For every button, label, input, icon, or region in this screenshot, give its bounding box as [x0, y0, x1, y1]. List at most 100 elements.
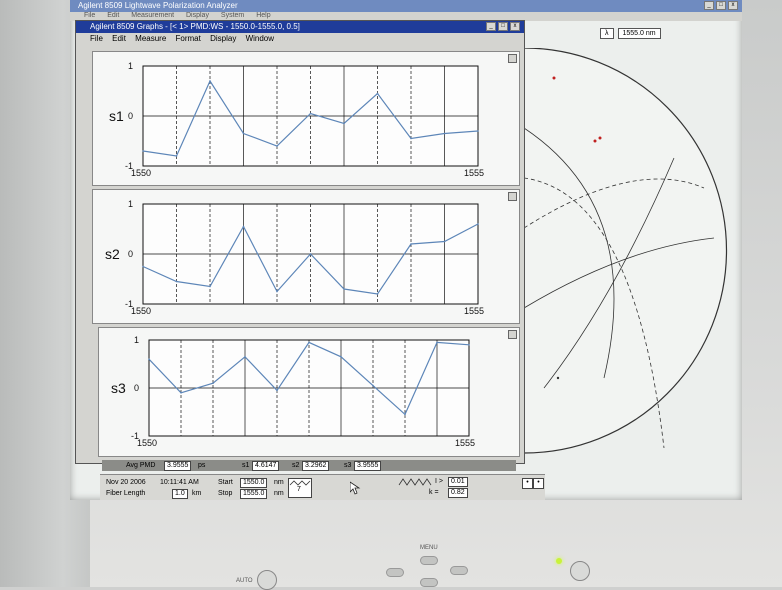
- dot-button-left[interactable]: •: [522, 478, 533, 489]
- k-label: k =: [429, 489, 439, 496]
- s2-data-point: [242, 225, 245, 228]
- s1-scroll-button[interactable]: [508, 54, 517, 63]
- graphs-menu-window[interactable]: Window: [246, 34, 274, 43]
- s1-data-point: [410, 137, 412, 140]
- s2-data-point: [343, 288, 345, 290]
- menu-measurement[interactable]: Measurement: [131, 12, 174, 19]
- close-button[interactable]: x: [728, 1, 738, 10]
- y-tick-label: 1: [128, 61, 133, 71]
- s1-chart: s110-11550 1555: [109, 61, 484, 178]
- x-tick-label-start: 1550: [137, 438, 157, 448]
- s1-data-point: [175, 155, 178, 157]
- s2-data-point: [376, 293, 379, 295]
- avg-pmd-value: 3.9555: [164, 461, 192, 471]
- graphs-menu-display[interactable]: Display: [210, 34, 236, 43]
- dot-button-right[interactable]: •: [533, 478, 544, 489]
- s2-data-point: [175, 280, 178, 283]
- stop-field[interactable]: 1555.0: [240, 489, 268, 499]
- fiber-length-label: Fiber Length: [106, 490, 146, 497]
- s1-data-point: [276, 145, 278, 147]
- menu-system[interactable]: System: [221, 12, 244, 19]
- graphs-window: Agilent 8509 Graphs - [< 1> PMD:WS - 155…: [75, 20, 525, 464]
- s2-label: s2: [292, 462, 300, 469]
- monitor-menu-button[interactable]: [420, 556, 438, 565]
- app-window-controls: _ □ x: [704, 1, 738, 10]
- graphs-menu-format[interactable]: Format: [176, 34, 201, 43]
- s3-data-point: [340, 356, 342, 358]
- graphs-window-titlebar: Agilent 8509 Graphs - [< 1> PMD:WS - 155…: [76, 21, 524, 33]
- monitor-right-button[interactable]: [450, 566, 468, 575]
- graphs-menu-measure[interactable]: Measure: [135, 34, 166, 43]
- fiber-length-field[interactable]: 1.0: [172, 489, 188, 499]
- s2-data-point: [410, 243, 412, 245]
- monitor-power-button[interactable]: [570, 561, 590, 581]
- waveform-small-icon: [398, 478, 432, 486]
- i-threshold-field[interactable]: 0.01: [448, 477, 468, 487]
- graphs-maximize-button[interactable]: □: [498, 22, 508, 31]
- measurement-settings-bar: Nov 20 2006 10:11:41 AM Fiber Length 1.0…: [100, 474, 545, 500]
- y-tick-label: 1: [134, 335, 139, 345]
- graphs-menu-file[interactable]: File: [90, 34, 103, 43]
- k-field[interactable]: 0.82: [448, 488, 468, 498]
- app-title: Agilent 8509 Lightwave Polarization Anal…: [78, 1, 238, 10]
- s2-axis-label: s2: [105, 246, 120, 262]
- s3-data-point: [372, 384, 374, 387]
- s2-value: 3.2962: [302, 461, 330, 471]
- s2-data-point: [443, 240, 446, 243]
- time-text: 10:11:41 AM: [160, 479, 199, 486]
- s2-graph-panel: s2 1 0 -1 1550 1555: [92, 189, 520, 324]
- s2-scroll-button[interactable]: [508, 192, 517, 201]
- poincare-sphere: [524, 48, 728, 454]
- menu-display[interactable]: Display: [186, 12, 209, 19]
- s3-data-point: [276, 389, 278, 392]
- monitor-down-button[interactable]: [420, 578, 438, 587]
- menu-help[interactable]: Help: [256, 12, 270, 19]
- s1-data-point: [477, 130, 479, 132]
- y-tick-label: 1: [128, 199, 133, 209]
- start-field[interactable]: 1550.0: [240, 478, 268, 488]
- s3-label: s3: [344, 462, 352, 469]
- stop-label: Stop: [218, 490, 233, 497]
- app-titlebar: Agilent 8509 Lightwave Polarization Anal…: [70, 0, 742, 12]
- graphs-close-button[interactable]: x: [510, 22, 520, 31]
- s3-graph-panel: s3 1 0 -1 1550 1555: [98, 327, 520, 457]
- monitor-auto-label: AUTO: [236, 578, 253, 584]
- s1-data-point: [309, 112, 312, 115]
- s1-graph-panel: s1 1 0 -1 1550 1555: [92, 51, 520, 186]
- s3-data-point: [436, 341, 438, 344]
- s2-data-point: [477, 223, 479, 225]
- monitor-auto-button[interactable]: [257, 570, 277, 590]
- s3-data-point: [180, 392, 182, 394]
- menu-file[interactable]: File: [84, 12, 95, 19]
- avg-pmd-unit: ps: [198, 462, 206, 469]
- s1-data-point: [209, 80, 211, 82]
- x-tick-label-start: 1550: [131, 168, 151, 178]
- pmd-status-bar: Avg PMD 3.9555 ps s1 4.6147 s2 3.2962 s3…: [102, 460, 516, 471]
- x-tick-label-end: 1555: [464, 168, 484, 178]
- x-tick-label-end: 1555: [464, 306, 484, 316]
- y-tick-label: 0: [134, 383, 139, 393]
- lambda-value: 1555.0 nm: [617, 28, 661, 39]
- graphs-window-title: Agilent 8509 Graphs - [< 1> PMD:WS - 155…: [90, 22, 300, 31]
- maximize-button[interactable]: □: [716, 1, 726, 10]
- graphs-menu-edit[interactable]: Edit: [112, 34, 126, 43]
- monitor-menu-label: MENU: [420, 545, 438, 551]
- start-unit: nm: [274, 479, 284, 486]
- power-led: [556, 558, 562, 564]
- graphs-window-controls: _ □ x: [486, 22, 520, 31]
- monitor-left-button[interactable]: [386, 568, 404, 577]
- graphs-minimize-button[interactable]: _: [486, 22, 496, 31]
- i-threshold-label: I >: [435, 478, 443, 485]
- y-tick-label: 0: [128, 111, 133, 121]
- x-tick-label-start: 1550: [131, 306, 151, 316]
- s3-scroll-button[interactable]: [508, 330, 517, 339]
- s3-data-point: [404, 413, 406, 416]
- s2-data-point: [309, 253, 312, 255]
- steps-value: 7: [297, 486, 301, 493]
- avg-pmd-label: Avg PMD: [126, 462, 156, 469]
- minimize-button[interactable]: _: [704, 1, 714, 10]
- y-tick-label: 0: [128, 249, 133, 259]
- s3-data-point: [212, 382, 214, 384]
- s3-value: 3.9555: [354, 461, 382, 471]
- menu-edit[interactable]: Edit: [107, 12, 119, 19]
